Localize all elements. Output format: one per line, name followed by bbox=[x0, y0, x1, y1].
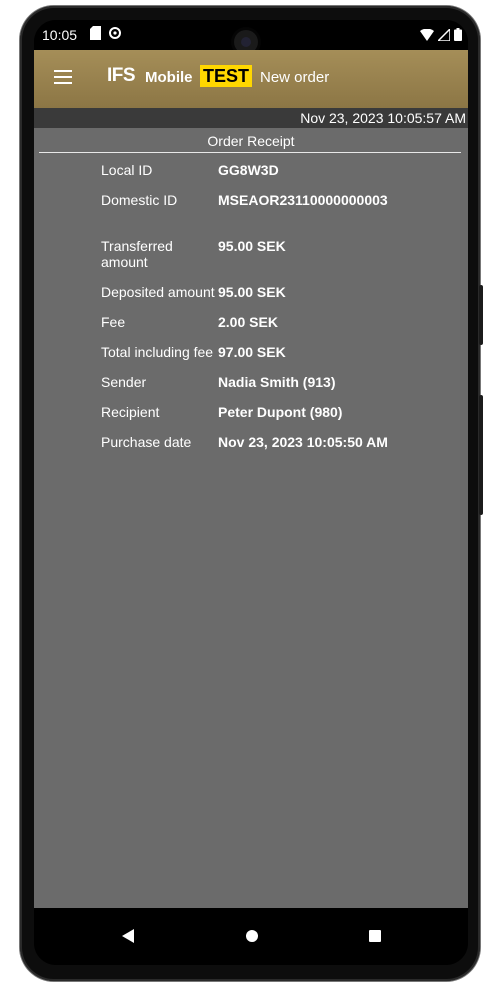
signal-icon bbox=[436, 27, 451, 42]
row-value: Nov 23, 2023 10:05:50 AM bbox=[218, 434, 388, 450]
row-value: 2.00 SEK bbox=[218, 314, 278, 330]
row-value: 97.00 SEK bbox=[218, 344, 286, 360]
status-icons bbox=[420, 27, 462, 44]
sd-card-icon bbox=[90, 26, 101, 43]
recents-icon[interactable] bbox=[369, 930, 381, 942]
home-icon[interactable] bbox=[246, 930, 258, 942]
row-label: Transferred amount bbox=[101, 238, 173, 270]
row-label: Fee bbox=[101, 314, 126, 330]
row-label: Local ID bbox=[101, 162, 153, 178]
row-value: Peter Dupont (980) bbox=[218, 404, 343, 420]
sync-icon bbox=[108, 26, 122, 43]
row-value: 95.00 SEK bbox=[218, 284, 286, 300]
row-value: MSEAOR23110000000003 bbox=[218, 192, 388, 208]
app-bar: IFS Mobile TEST New order bbox=[34, 50, 468, 108]
row-label: Recipient bbox=[101, 404, 160, 420]
row-label: Domestic ID bbox=[101, 192, 178, 208]
environment-badge: TEST bbox=[200, 65, 253, 87]
row-label: Deposited amount bbox=[101, 284, 215, 300]
battery-icon bbox=[454, 28, 462, 41]
receipt-title: Order Receipt bbox=[207, 133, 295, 149]
power-button bbox=[479, 395, 483, 515]
hamburger-menu-icon[interactable] bbox=[54, 70, 72, 84]
navigation-bar bbox=[34, 908, 468, 965]
logo-brand: IFS bbox=[107, 65, 136, 86]
timestamp-bar: Nov 23, 2023 10:05:57 AM bbox=[34, 108, 468, 128]
phone-screen: 10:05 IFS Mobile TEST New order Nov 23, … bbox=[34, 20, 468, 965]
row-value: 95.00 SEK bbox=[218, 238, 286, 254]
row-value: GG8W3D bbox=[218, 162, 279, 178]
receipt-content: Order Receipt Local ID GG8W3D Domestic I… bbox=[34, 128, 468, 908]
back-icon[interactable] bbox=[122, 929, 134, 943]
timestamp: Nov 23, 2023 10:05:57 AM bbox=[300, 110, 466, 126]
divider bbox=[39, 152, 461, 153]
volume-button bbox=[479, 285, 483, 345]
wifi-icon bbox=[420, 28, 435, 41]
row-label: Sender bbox=[101, 374, 147, 390]
row-label: Purchase date bbox=[101, 434, 192, 450]
page-title: New order bbox=[260, 69, 330, 86]
row-label: Total including fee bbox=[101, 344, 214, 360]
status-bar: 10:05 bbox=[34, 20, 468, 54]
status-time: 10:05 bbox=[42, 27, 78, 43]
row-value: Nadia Smith (913) bbox=[218, 374, 336, 390]
logo-product: Mobile bbox=[145, 69, 193, 86]
